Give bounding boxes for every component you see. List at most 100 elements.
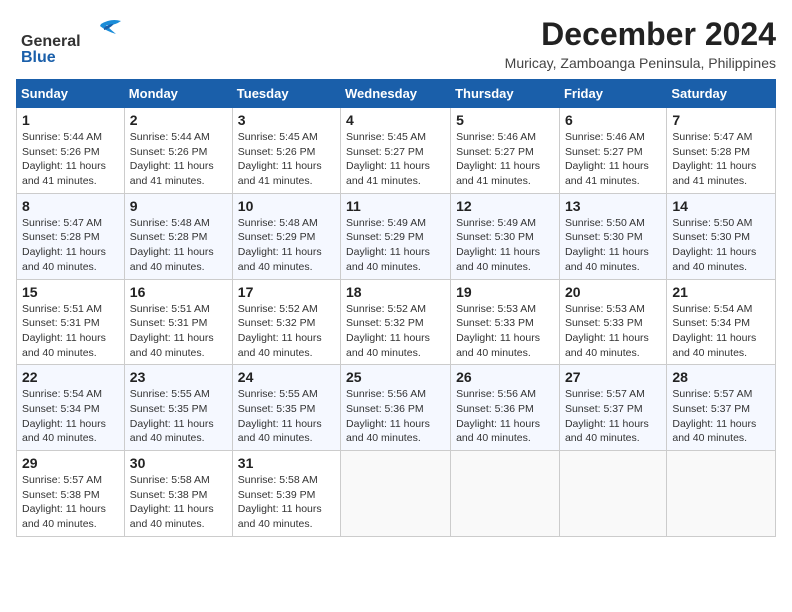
calendar-cell: 6 Sunrise: 5:46 AM Sunset: 5:27 PM Dayli…: [559, 108, 666, 194]
calendar-cell: 26 Sunrise: 5:56 AM Sunset: 5:36 PM Dayl…: [451, 365, 560, 451]
day-number: 22: [22, 369, 119, 385]
svg-text:Blue: Blue: [21, 49, 56, 66]
day-number: 10: [238, 198, 335, 214]
calendar-cell: 5 Sunrise: 5:46 AM Sunset: 5:27 PM Dayli…: [451, 108, 560, 194]
day-info: Sunrise: 5:45 AM Sunset: 5:27 PM Dayligh…: [346, 130, 445, 189]
calendar-cell: 10 Sunrise: 5:48 AM Sunset: 5:29 PM Dayl…: [232, 193, 340, 279]
day-number: 7: [672, 112, 770, 128]
calendar-cell: [667, 451, 776, 537]
calendar-week-2: 8 Sunrise: 5:47 AM Sunset: 5:28 PM Dayli…: [17, 193, 776, 279]
day-info: Sunrise: 5:53 AM Sunset: 5:33 PM Dayligh…: [456, 302, 554, 361]
day-number: 24: [238, 369, 335, 385]
logo: General Blue: [16, 16, 126, 66]
day-number: 31: [238, 455, 335, 471]
day-number: 3: [238, 112, 335, 128]
calendar-cell: 25 Sunrise: 5:56 AM Sunset: 5:36 PM Dayl…: [341, 365, 451, 451]
weekday-header-sunday: Sunday: [17, 80, 125, 108]
day-info: Sunrise: 5:44 AM Sunset: 5:26 PM Dayligh…: [22, 130, 119, 189]
day-number: 12: [456, 198, 554, 214]
day-info: Sunrise: 5:58 AM Sunset: 5:38 PM Dayligh…: [130, 473, 227, 532]
calendar-cell: 19 Sunrise: 5:53 AM Sunset: 5:33 PM Dayl…: [451, 279, 560, 365]
day-number: 17: [238, 284, 335, 300]
calendar-cell: 27 Sunrise: 5:57 AM Sunset: 5:37 PM Dayl…: [559, 365, 666, 451]
day-info: Sunrise: 5:47 AM Sunset: 5:28 PM Dayligh…: [672, 130, 770, 189]
day-info: Sunrise: 5:44 AM Sunset: 5:26 PM Dayligh…: [130, 130, 227, 189]
calendar-cell: 12 Sunrise: 5:49 AM Sunset: 5:30 PM Dayl…: [451, 193, 560, 279]
weekday-header-thursday: Thursday: [451, 80, 560, 108]
day-info: Sunrise: 5:58 AM Sunset: 5:39 PM Dayligh…: [238, 473, 335, 532]
weekday-header-tuesday: Tuesday: [232, 80, 340, 108]
day-number: 16: [130, 284, 227, 300]
calendar-week-4: 22 Sunrise: 5:54 AM Sunset: 5:34 PM Dayl…: [17, 365, 776, 451]
page-subtitle: Muricay, Zamboanga Peninsula, Philippine…: [505, 55, 776, 71]
calendar-cell: 29 Sunrise: 5:57 AM Sunset: 5:38 PM Dayl…: [17, 451, 125, 537]
calendar-cell: 17 Sunrise: 5:52 AM Sunset: 5:32 PM Dayl…: [232, 279, 340, 365]
calendar-cell: 4 Sunrise: 5:45 AM Sunset: 5:27 PM Dayli…: [341, 108, 451, 194]
day-number: 25: [346, 369, 445, 385]
day-info: Sunrise: 5:56 AM Sunset: 5:36 PM Dayligh…: [456, 387, 554, 446]
calendar-cell: 28 Sunrise: 5:57 AM Sunset: 5:37 PM Dayl…: [667, 365, 776, 451]
calendar-cell: [341, 451, 451, 537]
day-info: Sunrise: 5:50 AM Sunset: 5:30 PM Dayligh…: [565, 216, 661, 275]
day-number: 1: [22, 112, 119, 128]
day-info: Sunrise: 5:55 AM Sunset: 5:35 PM Dayligh…: [130, 387, 227, 446]
title-section: December 2024 Muricay, Zamboanga Peninsu…: [505, 16, 776, 71]
page-header: General Blue December 2024 Muricay, Zamb…: [16, 16, 776, 71]
weekday-header-wednesday: Wednesday: [341, 80, 451, 108]
calendar-cell: 20 Sunrise: 5:53 AM Sunset: 5:33 PM Dayl…: [559, 279, 666, 365]
day-number: 18: [346, 284, 445, 300]
calendar-cell: 21 Sunrise: 5:54 AM Sunset: 5:34 PM Dayl…: [667, 279, 776, 365]
day-number: 2: [130, 112, 227, 128]
calendar-cell: 24 Sunrise: 5:55 AM Sunset: 5:35 PM Dayl…: [232, 365, 340, 451]
calendar-cell: 9 Sunrise: 5:48 AM Sunset: 5:28 PM Dayli…: [124, 193, 232, 279]
calendar-cell: 3 Sunrise: 5:45 AM Sunset: 5:26 PM Dayli…: [232, 108, 340, 194]
day-number: 19: [456, 284, 554, 300]
day-number: 14: [672, 198, 770, 214]
calendar-cell: 11 Sunrise: 5:49 AM Sunset: 5:29 PM Dayl…: [341, 193, 451, 279]
weekday-header-friday: Friday: [559, 80, 666, 108]
day-number: 30: [130, 455, 227, 471]
weekday-header-monday: Monday: [124, 80, 232, 108]
calendar-cell: 8 Sunrise: 5:47 AM Sunset: 5:28 PM Dayli…: [17, 193, 125, 279]
day-info: Sunrise: 5:49 AM Sunset: 5:29 PM Dayligh…: [346, 216, 445, 275]
weekday-header-saturday: Saturday: [667, 80, 776, 108]
day-info: Sunrise: 5:52 AM Sunset: 5:32 PM Dayligh…: [346, 302, 445, 361]
day-number: 13: [565, 198, 661, 214]
day-info: Sunrise: 5:57 AM Sunset: 5:37 PM Dayligh…: [672, 387, 770, 446]
day-info: Sunrise: 5:48 AM Sunset: 5:29 PM Dayligh…: [238, 216, 335, 275]
calendar-cell: 15 Sunrise: 5:51 AM Sunset: 5:31 PM Dayl…: [17, 279, 125, 365]
day-number: 15: [22, 284, 119, 300]
day-info: Sunrise: 5:51 AM Sunset: 5:31 PM Dayligh…: [130, 302, 227, 361]
calendar-cell: 14 Sunrise: 5:50 AM Sunset: 5:30 PM Dayl…: [667, 193, 776, 279]
calendar-cell: 1 Sunrise: 5:44 AM Sunset: 5:26 PM Dayli…: [17, 108, 125, 194]
day-number: 26: [456, 369, 554, 385]
calendar-week-1: 1 Sunrise: 5:44 AM Sunset: 5:26 PM Dayli…: [17, 108, 776, 194]
day-number: 28: [672, 369, 770, 385]
day-number: 4: [346, 112, 445, 128]
calendar-cell: 31 Sunrise: 5:58 AM Sunset: 5:39 PM Dayl…: [232, 451, 340, 537]
weekday-header-row: SundayMondayTuesdayWednesdayThursdayFrid…: [17, 80, 776, 108]
day-info: Sunrise: 5:53 AM Sunset: 5:33 PM Dayligh…: [565, 302, 661, 361]
calendar-cell: [451, 451, 560, 537]
day-number: 21: [672, 284, 770, 300]
day-number: 20: [565, 284, 661, 300]
calendar-cell: 18 Sunrise: 5:52 AM Sunset: 5:32 PM Dayl…: [341, 279, 451, 365]
day-number: 29: [22, 455, 119, 471]
day-info: Sunrise: 5:48 AM Sunset: 5:28 PM Dayligh…: [130, 216, 227, 275]
day-number: 9: [130, 198, 227, 214]
calendar-cell: 22 Sunrise: 5:54 AM Sunset: 5:34 PM Dayl…: [17, 365, 125, 451]
day-info: Sunrise: 5:55 AM Sunset: 5:35 PM Dayligh…: [238, 387, 335, 446]
calendar-week-3: 15 Sunrise: 5:51 AM Sunset: 5:31 PM Dayl…: [17, 279, 776, 365]
day-info: Sunrise: 5:54 AM Sunset: 5:34 PM Dayligh…: [22, 387, 119, 446]
day-info: Sunrise: 5:46 AM Sunset: 5:27 PM Dayligh…: [565, 130, 661, 189]
calendar-table: SundayMondayTuesdayWednesdayThursdayFrid…: [16, 79, 776, 537]
day-info: Sunrise: 5:45 AM Sunset: 5:26 PM Dayligh…: [238, 130, 335, 189]
calendar-cell: 16 Sunrise: 5:51 AM Sunset: 5:31 PM Dayl…: [124, 279, 232, 365]
day-info: Sunrise: 5:51 AM Sunset: 5:31 PM Dayligh…: [22, 302, 119, 361]
day-number: 11: [346, 198, 445, 214]
day-info: Sunrise: 5:52 AM Sunset: 5:32 PM Dayligh…: [238, 302, 335, 361]
day-number: 5: [456, 112, 554, 128]
svg-text:General: General: [21, 33, 81, 50]
calendar-cell: 2 Sunrise: 5:44 AM Sunset: 5:26 PM Dayli…: [124, 108, 232, 194]
calendar-cell: 13 Sunrise: 5:50 AM Sunset: 5:30 PM Dayl…: [559, 193, 666, 279]
